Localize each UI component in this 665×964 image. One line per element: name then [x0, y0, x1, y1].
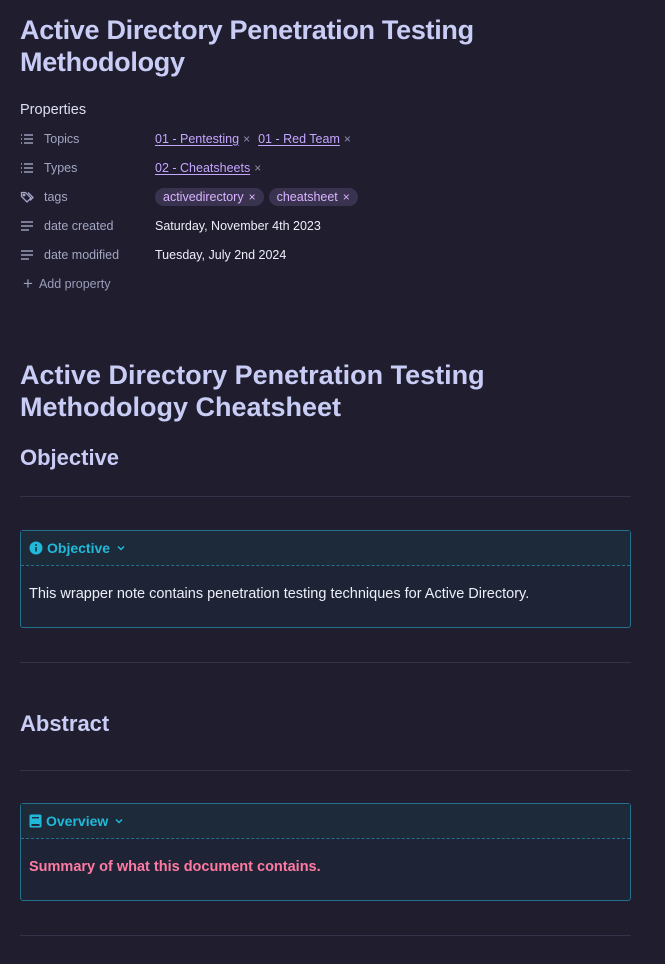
- divider: [20, 496, 631, 497]
- callout-header[interactable]: Objective: [21, 531, 630, 566]
- topic-link[interactable]: 01 - Red Team: [258, 132, 340, 146]
- property-key-types[interactable]: Types: [20, 161, 155, 175]
- text-icon: [20, 248, 34, 262]
- property-tags: tags activedirectory × cheatsheet ×: [20, 182, 645, 211]
- list-icon: [20, 161, 34, 175]
- property-types: Types 02 - Cheatsheets ×: [20, 153, 645, 182]
- property-key-label: tags: [44, 189, 68, 204]
- divider: [20, 662, 631, 663]
- add-property-button[interactable]: + Add property: [20, 269, 645, 299]
- tag-pill[interactable]: cheatsheet ×: [268, 187, 358, 206]
- property-key-label: date modified: [44, 247, 120, 262]
- plus-icon: +: [23, 274, 33, 293]
- property-value-topics: 01 - Pentesting × 01 - Red Team ×: [155, 132, 359, 146]
- list-icon: [20, 132, 34, 146]
- type-link[interactable]: 02 - Cheatsheets: [155, 161, 250, 175]
- property-key-tags[interactable]: tags: [20, 190, 155, 204]
- chevron-down-icon[interactable]: [116, 543, 126, 553]
- remove-icon[interactable]: ×: [249, 190, 256, 204]
- divider: [20, 935, 631, 936]
- property-key-date-created[interactable]: date created: [20, 219, 155, 233]
- book-icon: [29, 814, 42, 828]
- objective-callout: Objective This wrapper note contains pen…: [20, 530, 631, 628]
- abstract-heading[interactable]: Abstract: [20, 711, 645, 737]
- tag-label: cheatsheet: [276, 189, 338, 204]
- tag-label: activedirectory: [163, 189, 244, 204]
- objective-heading[interactable]: Objective: [20, 445, 645, 471]
- property-key-label: date created: [44, 218, 114, 233]
- divider: [20, 770, 631, 771]
- tag-pill[interactable]: activedirectory ×: [155, 187, 264, 206]
- properties-heading[interactable]: Properties: [20, 102, 645, 118]
- property-value-date-created[interactable]: Saturday, November 4th 2023: [155, 219, 321, 233]
- property-date-created: date created Saturday, November 4th 2023: [20, 211, 645, 240]
- property-topics: Topics 01 - Pentesting × 01 - Red Team ×: [20, 124, 645, 153]
- remove-icon[interactable]: ×: [254, 161, 261, 175]
- property-key-label: Topics: [44, 131, 80, 146]
- add-property-label: Add property: [38, 277, 111, 291]
- callout-body: This wrapper note contains penetration t…: [29, 586, 530, 602]
- note-view: Active Directory Penetration Testing Met…: [0, 0, 665, 936]
- property-value-types: 02 - Cheatsheets ×: [155, 161, 269, 175]
- property-key-label: Types: [44, 160, 78, 175]
- properties-list: Topics 01 - Pentesting × 01 - Red Team ×…: [20, 124, 645, 299]
- overview-callout: Overview Summary of what this document c…: [20, 803, 631, 901]
- property-key-date-modified[interactable]: date modified: [20, 248, 155, 262]
- property-date-modified: date modified Tuesday, July 2nd 2024: [20, 240, 645, 269]
- note-title[interactable]: Active Directory Penetration Testing Met…: [20, 14, 540, 78]
- property-key-topics[interactable]: Topics: [20, 132, 155, 146]
- remove-icon[interactable]: ×: [343, 190, 350, 204]
- remove-icon[interactable]: ×: [243, 132, 250, 146]
- topic-link[interactable]: 01 - Pentesting: [155, 132, 239, 146]
- callout-body: Summary of what this document contains.: [29, 859, 321, 875]
- property-value-tags: activedirectory × cheatsheet ×: [155, 187, 363, 206]
- document-heading[interactable]: Active Directory Penetration Testing Met…: [20, 359, 540, 423]
- info-icon: [29, 541, 43, 555]
- property-value-date-modified[interactable]: Tuesday, July 2nd 2024: [155, 248, 286, 262]
- callout-title: Overview: [46, 813, 109, 829]
- remove-icon[interactable]: ×: [344, 132, 351, 146]
- callout-title: Objective: [47, 540, 111, 556]
- tags-icon: [20, 190, 34, 204]
- chevron-down-icon[interactable]: [114, 816, 124, 826]
- callout-header[interactable]: Overview: [21, 804, 630, 839]
- text-icon: [20, 219, 34, 233]
